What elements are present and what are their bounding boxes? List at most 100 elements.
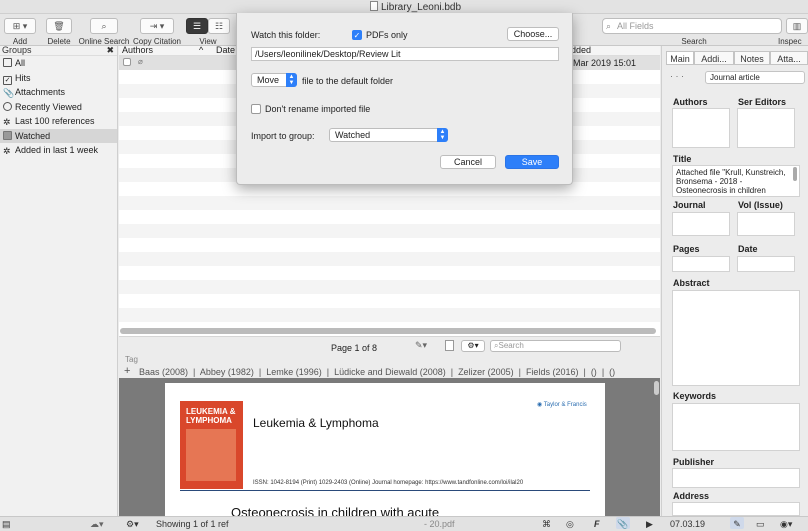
status-bar: ▤ ☁▾ ⚙▾ Showing 1 of 1 ref - 20.pdf ⌘ ◎ … — [0, 516, 808, 531]
tag-item[interactable]: Abbey (1982) — [200, 367, 254, 377]
tab-notes[interactable]: Notes — [734, 51, 770, 65]
column-added[interactable]: dded — [571, 46, 591, 55]
window-title: Library_Leoni.bdb — [370, 1, 461, 13]
tag-icon[interactable]: ⌘ — [542, 517, 551, 531]
address-field[interactable] — [672, 502, 800, 516]
group-item-attachments[interactable]: 📎Attachments — [0, 85, 117, 100]
pdfs-only-checkbox[interactable]: ✓ — [352, 30, 362, 40]
delete-button[interactable]: 🗑 — [46, 18, 72, 34]
tab-main[interactable]: Main — [666, 51, 694, 65]
save-button[interactable]: Save — [505, 155, 559, 169]
status-gear-icon[interactable]: ⚙▾ — [126, 517, 139, 531]
title-scrollbar[interactable] — [793, 167, 797, 181]
abstract-field[interactable] — [672, 290, 800, 386]
delete-label: Delete — [47, 37, 71, 46]
tag-item[interactable]: Lemke (1996) — [266, 367, 322, 377]
vol-issue-field[interactable] — [737, 212, 795, 236]
settings-icon[interactable]: ✖ — [106, 46, 114, 55]
edit-icon[interactable]: ✎ — [730, 517, 744, 529]
issn-line: ISSN: 1042-8194 (Print) 1029-2403 (Onlin… — [253, 480, 524, 486]
cloud-icon[interactable]: ☁▾ — [90, 517, 104, 531]
watch-folder-dialog: Watch this folder: ✓ PDFs only Choose...… — [236, 13, 573, 185]
journal-cover: LEUKEMIA & LYMPHOMA — [180, 401, 243, 489]
vertical-scrollbar[interactable] — [654, 381, 659, 395]
import-group-label: Import to group: — [251, 131, 315, 141]
checkmark-icon: ✓ — [3, 75, 12, 85]
pdf-viewer[interactable]: LEUKEMIA & LYMPHOMA Leukemia & Lymphoma … — [119, 378, 660, 523]
pdf-search-input[interactable]: ⌕Search — [490, 340, 621, 352]
showing-count: Showing 1 of 1 ref — [156, 519, 229, 529]
dont-rename-checkbox[interactable] — [251, 104, 261, 114]
journal-field[interactable] — [672, 212, 730, 236]
view-detail-button[interactable]: ☷ — [208, 18, 230, 34]
cancel-button[interactable]: Cancel — [440, 155, 496, 169]
group-item-watched[interactable]: Watched — [0, 128, 117, 143]
view-list-button[interactable]: ☰ — [186, 18, 208, 34]
group-item-added-last-week[interactable]: ✲ Added in last 1 week — [0, 143, 117, 158]
chevron-updown-icon: ▲ ▼ — [286, 73, 297, 87]
watch-folder-label: Watch this folder: — [251, 30, 321, 40]
import-group-select[interactable]: Watched ▲ ▼ — [329, 128, 448, 142]
group-item-all[interactable]: All — [0, 56, 117, 71]
group-item-recently-viewed[interactable]: Recently Viewed — [0, 100, 117, 115]
pdf-toolbar: Page 1 of 8 ✎▾ ⚙▾ ⌕Search Tag + Baas (20… — [119, 336, 660, 378]
cover-title: LEUKEMIA & LYMPHOMA — [186, 407, 236, 425]
group-item-hits[interactable]: ✓ Hits — [0, 71, 117, 86]
tab-additional[interactable]: Addi... — [694, 51, 734, 65]
tag-item[interactable]: Zelizer (2005) — [458, 367, 514, 377]
action-suffix: file to the default folder — [302, 76, 394, 86]
online-search-button[interactable]: ⌕ — [90, 18, 118, 34]
document-icon — [370, 1, 378, 11]
chevron-updown-icon: ▲ ▼ — [437, 128, 448, 142]
notes-icon[interactable]: ▭ — [756, 517, 765, 531]
toolbar-search-input[interactable]: ⌕ All Fields — [602, 18, 782, 34]
add-button[interactable]: ⊞ ▾ — [4, 18, 36, 34]
tab-attachments[interactable]: Atta... — [770, 51, 808, 65]
highlight-icon[interactable]: ✎▾ — [415, 340, 427, 351]
horizontal-scrollbar[interactable] — [120, 328, 656, 334]
copy-citation-button[interactable]: ⇥ ▾ — [140, 18, 174, 34]
empty-row — [119, 196, 660, 210]
attachment-icon[interactable]: 📎 — [616, 517, 630, 529]
empty-row — [119, 252, 660, 266]
type-select[interactable]: Journal article — [705, 71, 805, 84]
pdfs-only-label: PDFs only — [366, 30, 408, 40]
eye-icon[interactable]: ◉▾ — [780, 517, 792, 531]
tag-item[interactable]: Lüdicke and Diewald (2008) — [334, 367, 446, 377]
empty-row — [119, 224, 660, 238]
gear-icon: ✲ — [3, 117, 11, 127]
column-authors[interactable]: Authors — [122, 46, 153, 55]
pdf-gear-button[interactable]: ⚙▾ — [461, 340, 485, 352]
title-field[interactable]: Attached file "Krull, Kunstreich, Bronse… — [672, 165, 800, 197]
tag-item[interactable]: Fields (2016) — [526, 367, 579, 377]
more-icon[interactable]: · · · — [670, 71, 684, 81]
play-icon[interactable]: ▶ — [646, 517, 653, 531]
choose-button[interactable]: Choose... — [507, 27, 559, 41]
group-item-last-100[interactable]: ✲ Last 100 references — [0, 114, 117, 129]
tag-item[interactable]: Baas (2008) — [139, 367, 188, 377]
paperclip-icon: ⌀ — [138, 57, 143, 66]
sidebar-toggle-icon[interactable]: ▤ — [2, 517, 11, 531]
checkbox-icon — [3, 58, 12, 67]
add-tag-icon[interactable]: + — [124, 365, 130, 377]
page-indicator: Page 1 of 8 — [331, 343, 378, 353]
compass-icon[interactable]: ◎ — [566, 517, 574, 531]
row-added-value: Mar 2019 15:01 — [573, 58, 637, 68]
column-date[interactable]: Date — [216, 46, 235, 55]
keywords-field[interactable] — [672, 403, 800, 451]
action-select[interactable]: Move ▲ ▼ — [251, 73, 297, 87]
inspector-button[interactable]: ▥ — [786, 18, 808, 34]
abstract-label: Abstract — [673, 278, 710, 288]
date-field[interactable] — [737, 256, 795, 272]
font-icon[interactable]: F — [594, 517, 600, 531]
journal-label: Journal — [673, 200, 706, 210]
row-checkbox[interactable] — [123, 58, 131, 66]
tag-item[interactable]: () — [609, 367, 615, 377]
authors-field[interactable] — [672, 108, 730, 148]
pages-field[interactable] — [672, 256, 730, 272]
tag-label: Tag — [125, 355, 138, 364]
folder-path-field[interactable]: /Users/leonilinek/Desktop/Review Lit — [251, 47, 559, 61]
publisher-field[interactable] — [672, 468, 800, 488]
ser-editors-field[interactable] — [737, 108, 795, 148]
page-icon[interactable] — [445, 340, 454, 351]
